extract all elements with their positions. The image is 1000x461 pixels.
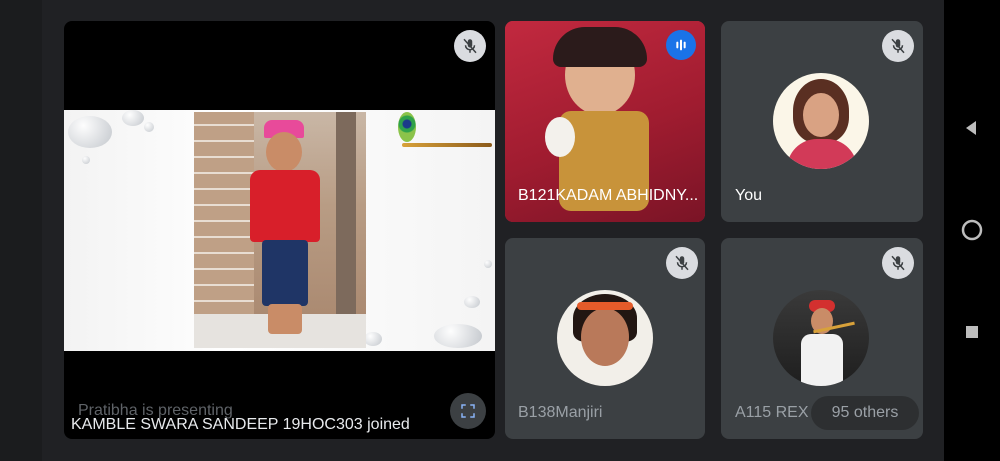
participant-name: A115 REX xyxy=(735,404,809,421)
flute-graphic xyxy=(402,143,492,147)
shared-slide xyxy=(64,110,495,351)
audio-speaking-icon xyxy=(676,39,686,51)
peacock-feather-icon xyxy=(398,112,416,142)
system-nav-bar xyxy=(944,0,1000,461)
water-drop xyxy=(144,122,154,132)
water-drop xyxy=(434,324,482,348)
mic-off-icon xyxy=(891,38,905,54)
participant-tile-manjiri[interactable]: B138Manjiri xyxy=(505,238,705,439)
avatar xyxy=(773,73,869,169)
join-notification: KAMBLE SWARA SANDEEP 19HOC303 joined xyxy=(71,416,410,433)
water-drop xyxy=(82,156,90,164)
others-count-button[interactable]: 95 others xyxy=(811,396,919,430)
left-edge xyxy=(0,0,42,461)
mic-off-button[interactable] xyxy=(882,30,914,62)
water-drop xyxy=(68,116,112,148)
participant-tile-abhidnya[interactable]: B121KADAM ABHIDNY... xyxy=(505,21,705,222)
participant-name: B121KADAM ABHIDNY... xyxy=(518,187,699,204)
avatar xyxy=(773,290,869,386)
home-circle-icon xyxy=(961,219,983,241)
water-drop xyxy=(464,296,480,308)
costume-photo xyxy=(194,112,366,348)
meet-screen: Pratibha is presenting KAMBLE SWARA SAND… xyxy=(0,0,1000,461)
avatar xyxy=(557,290,653,386)
water-drop xyxy=(122,110,144,126)
participant-name: B138Manjiri xyxy=(518,404,603,421)
home-button[interactable] xyxy=(958,216,986,244)
mic-off-icon xyxy=(675,255,689,271)
participant-tile-you[interactable]: You xyxy=(721,21,923,222)
speaking-indicator xyxy=(666,30,696,60)
mic-off-button[interactable] xyxy=(666,247,698,279)
water-drop xyxy=(364,332,382,346)
mic-off-icon xyxy=(891,255,905,271)
mic-off-icon xyxy=(463,38,477,54)
mic-off-button[interactable] xyxy=(882,247,914,279)
participant-name: You xyxy=(735,187,762,204)
back-triangle-icon xyxy=(966,121,976,135)
recents-square-icon xyxy=(966,326,978,338)
back-button[interactable] xyxy=(958,114,986,142)
presentation-tile[interactable]: Pratibha is presenting KAMBLE SWARA SAND… xyxy=(64,21,495,439)
presentation-mic-off-button[interactable] xyxy=(454,30,486,62)
recents-button[interactable] xyxy=(958,318,986,346)
water-drop xyxy=(484,260,492,268)
